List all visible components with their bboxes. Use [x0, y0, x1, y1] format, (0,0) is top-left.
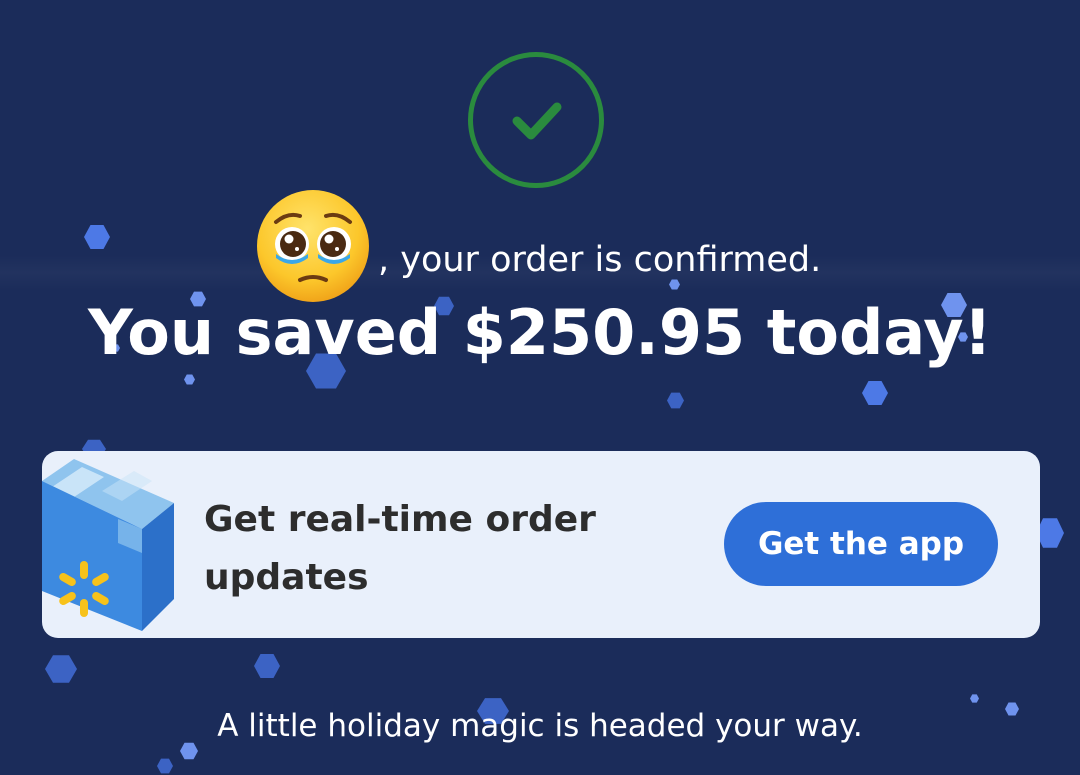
order-updates-text: Get real-time order updates: [204, 499, 596, 598]
check-circle-icon: [468, 52, 604, 188]
savings-headline: You saved $250.95 today!: [88, 296, 992, 369]
snowflake-icon: [970, 694, 979, 703]
snowflake-icon: [1036, 518, 1064, 548]
snowflake-icon: [184, 374, 195, 385]
app-promo-card: Get real-time order updates Get the app: [42, 451, 1040, 638]
snowflake-icon: [862, 381, 888, 405]
snowflake-icon: [254, 654, 280, 678]
walmart-box-icon: [42, 459, 174, 631]
holiday-tagline: A little holiday magic is headed your wa…: [217, 708, 863, 744]
snowflake-icon: [157, 758, 173, 774]
get-the-app-button[interactable]: Get the app: [724, 502, 998, 586]
order-confirmation-line: , your order is confirmed.: [248, 186, 821, 306]
snowflake-icon: [667, 392, 684, 409]
snowflake-icon: [84, 225, 110, 249]
pleading-face-emoji-icon: [257, 190, 369, 302]
snowflake-icon: [180, 742, 198, 760]
snowflake-icon: [45, 655, 77, 683]
order-confirmed-text: , your order is confirmed.: [378, 240, 822, 280]
